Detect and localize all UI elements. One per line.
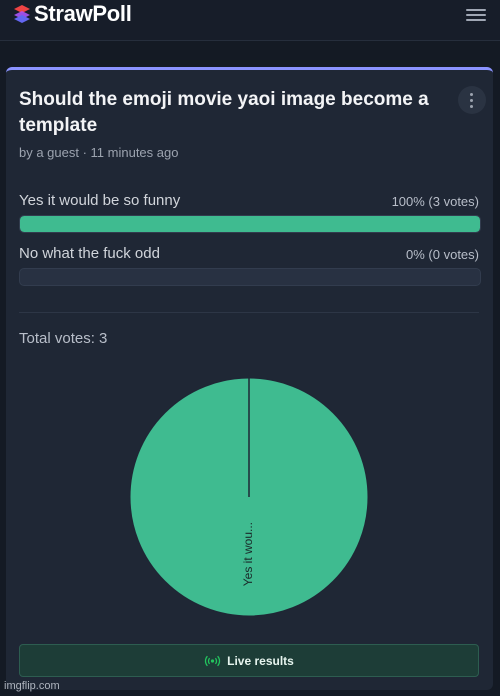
more-options-button[interactable] xyxy=(458,86,486,114)
live-results-label: Live results xyxy=(227,653,294,668)
logo-text: StrawPoll xyxy=(34,1,132,26)
strawpoll-logo-icon xyxy=(14,5,30,23)
divider xyxy=(19,312,479,313)
top-navbar: StrawPoll xyxy=(0,0,500,41)
total-votes: Total votes: 3 xyxy=(19,330,108,347)
results-pie-chart: Yes it wou... xyxy=(129,377,369,617)
poll-title: Should the emoji movie yaoi image become… xyxy=(19,89,429,136)
kebab-dot-icon xyxy=(470,99,473,102)
kebab-dot-icon xyxy=(470,105,473,108)
imgflip-watermark: imgflip.com xyxy=(4,680,60,692)
poll-card: Should the emoji movie yaoi image become… xyxy=(6,67,493,690)
option-percentage: 100% (3 votes) xyxy=(391,194,479,209)
option-label: Yes it would be so funny xyxy=(19,192,181,209)
hamburger-menu-icon[interactable] xyxy=(466,6,486,22)
result-bar-track xyxy=(19,268,481,286)
broadcast-icon xyxy=(205,655,221,666)
live-results-button[interactable]: Live results xyxy=(19,644,479,677)
kebab-dot-icon xyxy=(470,93,473,96)
pie-slice-label: Yes it wou... xyxy=(241,522,255,586)
option-label: No what the fuck odd xyxy=(19,245,160,262)
result-bar-track xyxy=(19,215,481,233)
option-percentage: 0% (0 votes) xyxy=(406,247,479,262)
result-bar-fill xyxy=(20,216,480,232)
strawpoll-logo[interactable]: StrawPoll xyxy=(11,1,132,26)
poll-meta: by a guest · 11 minutes ago xyxy=(19,145,179,160)
